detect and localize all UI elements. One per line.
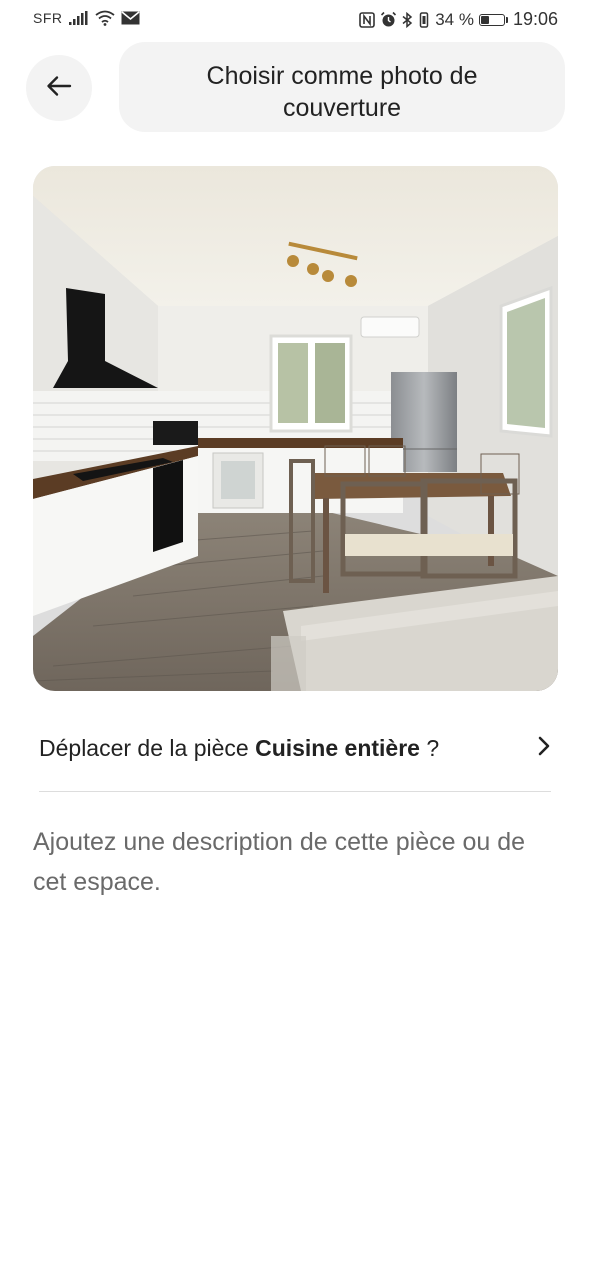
move-room-name: Cuisine entière	[255, 734, 420, 761]
move-room-row[interactable]: Déplacer de la pièce Cuisine entière ?	[39, 722, 551, 774]
description-field[interactable]: Ajoutez une description de cette pièce o…	[33, 822, 558, 902]
battery-fill	[480, 15, 490, 24]
battery-icon	[478, 13, 508, 26]
mail-icon	[120, 11, 140, 25]
kitchen-photo-illustration	[33, 166, 558, 691]
status-bar-right: 34 % 19:06	[359, 9, 558, 30]
chevron-right-icon	[537, 735, 551, 762]
alarm-icon	[380, 11, 397, 28]
battery-percent: 34 %	[435, 9, 474, 29]
move-room-suffix: ?	[419, 734, 440, 761]
header-title-pill: Choisir comme photo de couverture	[119, 42, 565, 132]
nfc-icon	[359, 11, 376, 28]
status-bar-left: SFR	[33, 10, 140, 26]
page-title: Choisir comme photo de couverture	[206, 62, 478, 122]
back-button[interactable]	[26, 55, 92, 121]
kitchen-photo[interactable]	[33, 166, 558, 691]
move-room-prefix: Déplacer de la pièce	[39, 734, 256, 761]
divider	[39, 791, 551, 792]
vibrate-icon	[418, 11, 430, 28]
status-bar: SFR 34 % 19:06	[0, 0, 591, 40]
carrier-name: SFR	[33, 10, 63, 26]
battery-body	[478, 13, 505, 26]
signal-icon	[68, 11, 89, 25]
move-room-text: Déplacer de la pièce Cuisine entière ?	[39, 735, 439, 762]
clock: 19:06	[512, 9, 558, 29]
arrow-left-icon	[46, 75, 72, 102]
battery-tip	[505, 16, 508, 23]
wifi-icon	[94, 10, 115, 26]
bluetooth-icon	[402, 11, 413, 28]
